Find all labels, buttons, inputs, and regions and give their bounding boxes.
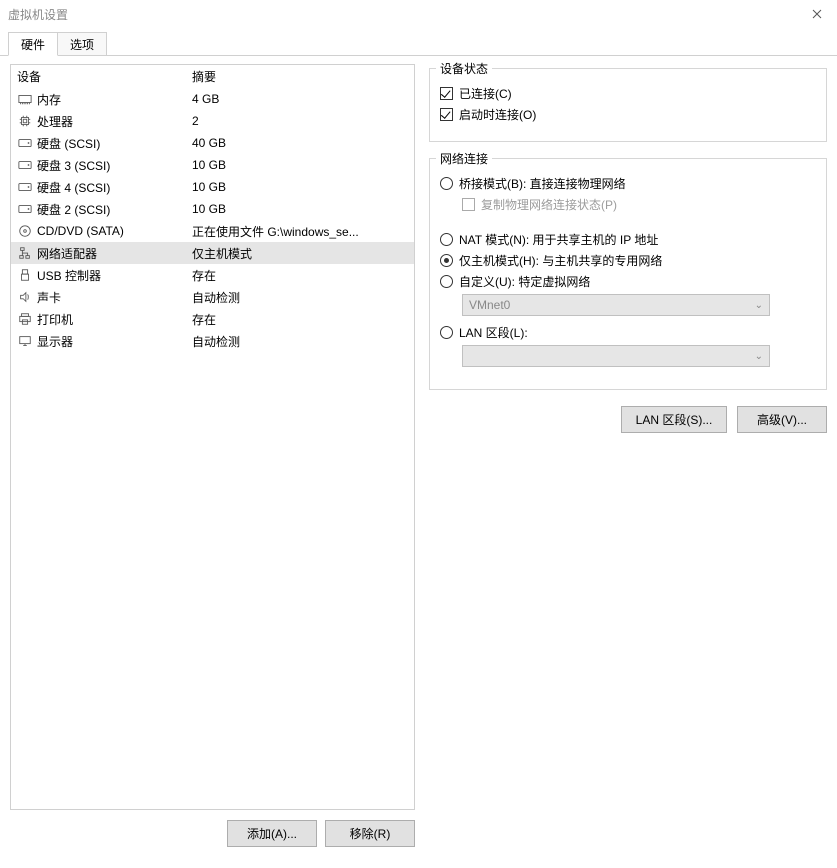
device-name: 内存 — [37, 91, 192, 108]
device-summary: 仅主机模式 — [192, 245, 408, 262]
connected-checkbox[interactable] — [440, 87, 453, 100]
bridged-radio-row[interactable]: 桥接模式(B): 直接连接物理网络 — [440, 175, 816, 192]
display-icon — [17, 333, 33, 349]
device-row[interactable]: 打印机存在 — [11, 308, 414, 330]
device-summary: 40 GB — [192, 136, 408, 150]
nat-radio-row[interactable]: NAT 模式(N): 用于共享主机的 IP 地址 — [440, 231, 816, 248]
chevron-down-icon: ⌄ — [755, 300, 763, 311]
device-summary: 自动检测 — [192, 289, 408, 306]
device-row[interactable]: CD/DVD (SATA)正在使用文件 G:\windows_se... — [11, 220, 414, 242]
device-row[interactable]: 硬盘 (SCSI)40 GB — [11, 132, 414, 154]
memory-icon — [17, 91, 33, 107]
device-summary: 10 GB — [192, 180, 408, 194]
device-name: 硬盘 2 (SCSI) — [37, 201, 192, 218]
disk-icon — [17, 201, 33, 217]
disk-icon — [17, 179, 33, 195]
usb-icon — [17, 267, 33, 283]
network-icon — [17, 245, 33, 261]
device-summary: 自动检测 — [192, 333, 408, 350]
custom-radio[interactable] — [440, 275, 453, 288]
device-name: 处理器 — [37, 113, 192, 130]
disk-icon — [17, 157, 33, 173]
window-title: 虚拟机设置 — [8, 6, 68, 23]
header-summary: 摘要 — [192, 68, 408, 85]
printer-icon — [17, 311, 33, 327]
device-row[interactable]: 显示器自动检测 — [11, 330, 414, 352]
device-row[interactable]: 内存4 GB — [11, 88, 414, 110]
lan-segment-dropdown: ⌄ — [462, 345, 770, 367]
device-summary: 存在 — [192, 267, 408, 284]
device-row[interactable]: 硬盘 3 (SCSI)10 GB — [11, 154, 414, 176]
device-row[interactable]: 网络适配器仅主机模式 — [11, 242, 414, 264]
device-summary: 正在使用文件 G:\windows_se... — [192, 223, 408, 240]
device-summary: 4 GB — [192, 92, 408, 106]
cpu-icon — [17, 113, 33, 129]
device-status-title: 设备状态 — [436, 60, 492, 77]
device-row[interactable]: USB 控制器存在 — [11, 264, 414, 286]
device-name: 显示器 — [37, 333, 192, 350]
device-name: 硬盘 4 (SCSI) — [37, 179, 192, 196]
add-button[interactable]: 添加(A)... — [227, 820, 317, 847]
hostonly-radio-row[interactable]: 仅主机模式(H): 与主机共享的专用网络 — [440, 252, 816, 269]
advanced-button[interactable]: 高级(V)... — [737, 406, 827, 433]
device-row[interactable]: 硬盘 2 (SCSI)10 GB — [11, 198, 414, 220]
device-name: USB 控制器 — [37, 267, 192, 284]
lan-segment-label: LAN 区段(L): — [459, 324, 528, 341]
connect-on-power-label: 启动时连接(O) — [459, 106, 536, 123]
device-summary: 存在 — [192, 311, 408, 328]
device-row[interactable]: 硬盘 4 (SCSI)10 GB — [11, 176, 414, 198]
close-button[interactable] — [797, 0, 837, 28]
remove-button[interactable]: 移除(R) — [325, 820, 415, 847]
lan-segment-radio[interactable] — [440, 326, 453, 339]
nat-label: NAT 模式(N): 用于共享主机的 IP 地址 — [459, 231, 658, 248]
network-connection-group: 网络连接 桥接模式(B): 直接连接物理网络 复制物理网络连接状态(P) NAT… — [429, 158, 827, 390]
device-name: 声卡 — [37, 289, 192, 306]
connect-on-power-checkbox[interactable] — [440, 108, 453, 121]
replicate-checkbox — [462, 198, 475, 211]
replicate-row: 复制物理网络连接状态(P) — [462, 196, 816, 213]
device-list-header: 设备 摘要 — [11, 65, 414, 88]
connected-checkbox-row[interactable]: 已连接(C) — [440, 85, 816, 102]
device-name: 硬盘 3 (SCSI) — [37, 157, 192, 174]
network-connection-title: 网络连接 — [436, 150, 492, 167]
device-list[interactable]: 设备 摘要 内存4 GB处理器2硬盘 (SCSI)40 GB硬盘 3 (SCSI… — [10, 64, 415, 810]
replicate-label: 复制物理网络连接状态(P) — [481, 196, 617, 213]
device-row[interactable]: 处理器2 — [11, 110, 414, 132]
lan-segments-button[interactable]: LAN 区段(S)... — [621, 406, 727, 433]
custom-label: 自定义(U): 特定虚拟网络 — [459, 273, 590, 290]
lan-segment-radio-row[interactable]: LAN 区段(L): — [440, 324, 816, 341]
cd-icon — [17, 223, 33, 239]
bridged-radio[interactable] — [440, 177, 453, 190]
tabs: 硬件 选项 — [0, 32, 837, 56]
custom-network-dropdown: VMnet0 ⌄ — [462, 294, 770, 316]
device-name: CD/DVD (SATA) — [37, 224, 192, 238]
close-icon — [812, 9, 822, 19]
tab-hardware[interactable]: 硬件 — [8, 32, 58, 56]
header-device: 设备 — [17, 68, 192, 85]
device-summary: 10 GB — [192, 158, 408, 172]
hostonly-radio[interactable] — [440, 254, 453, 267]
hostonly-label: 仅主机模式(H): 与主机共享的专用网络 — [459, 252, 662, 269]
bridged-label: 桥接模式(B): 直接连接物理网络 — [459, 175, 626, 192]
device-status-group: 设备状态 已连接(C) 启动时连接(O) — [429, 68, 827, 142]
custom-network-value: VMnet0 — [469, 298, 510, 312]
connect-on-power-row[interactable]: 启动时连接(O) — [440, 106, 816, 123]
tab-options[interactable]: 选项 — [57, 32, 107, 55]
chevron-down-icon: ⌄ — [755, 351, 763, 362]
device-summary: 2 — [192, 114, 408, 128]
custom-radio-row[interactable]: 自定义(U): 特定虚拟网络 — [440, 273, 816, 290]
connected-label: 已连接(C) — [459, 85, 512, 102]
nat-radio[interactable] — [440, 233, 453, 246]
disk-icon — [17, 135, 33, 151]
sound-icon — [17, 289, 33, 305]
device-name: 网络适配器 — [37, 245, 192, 262]
title-bar: 虚拟机设置 — [0, 0, 837, 28]
device-name: 硬盘 (SCSI) — [37, 135, 192, 152]
device-name: 打印机 — [37, 311, 192, 328]
device-row[interactable]: 声卡自动检测 — [11, 286, 414, 308]
device-summary: 10 GB — [192, 202, 408, 216]
